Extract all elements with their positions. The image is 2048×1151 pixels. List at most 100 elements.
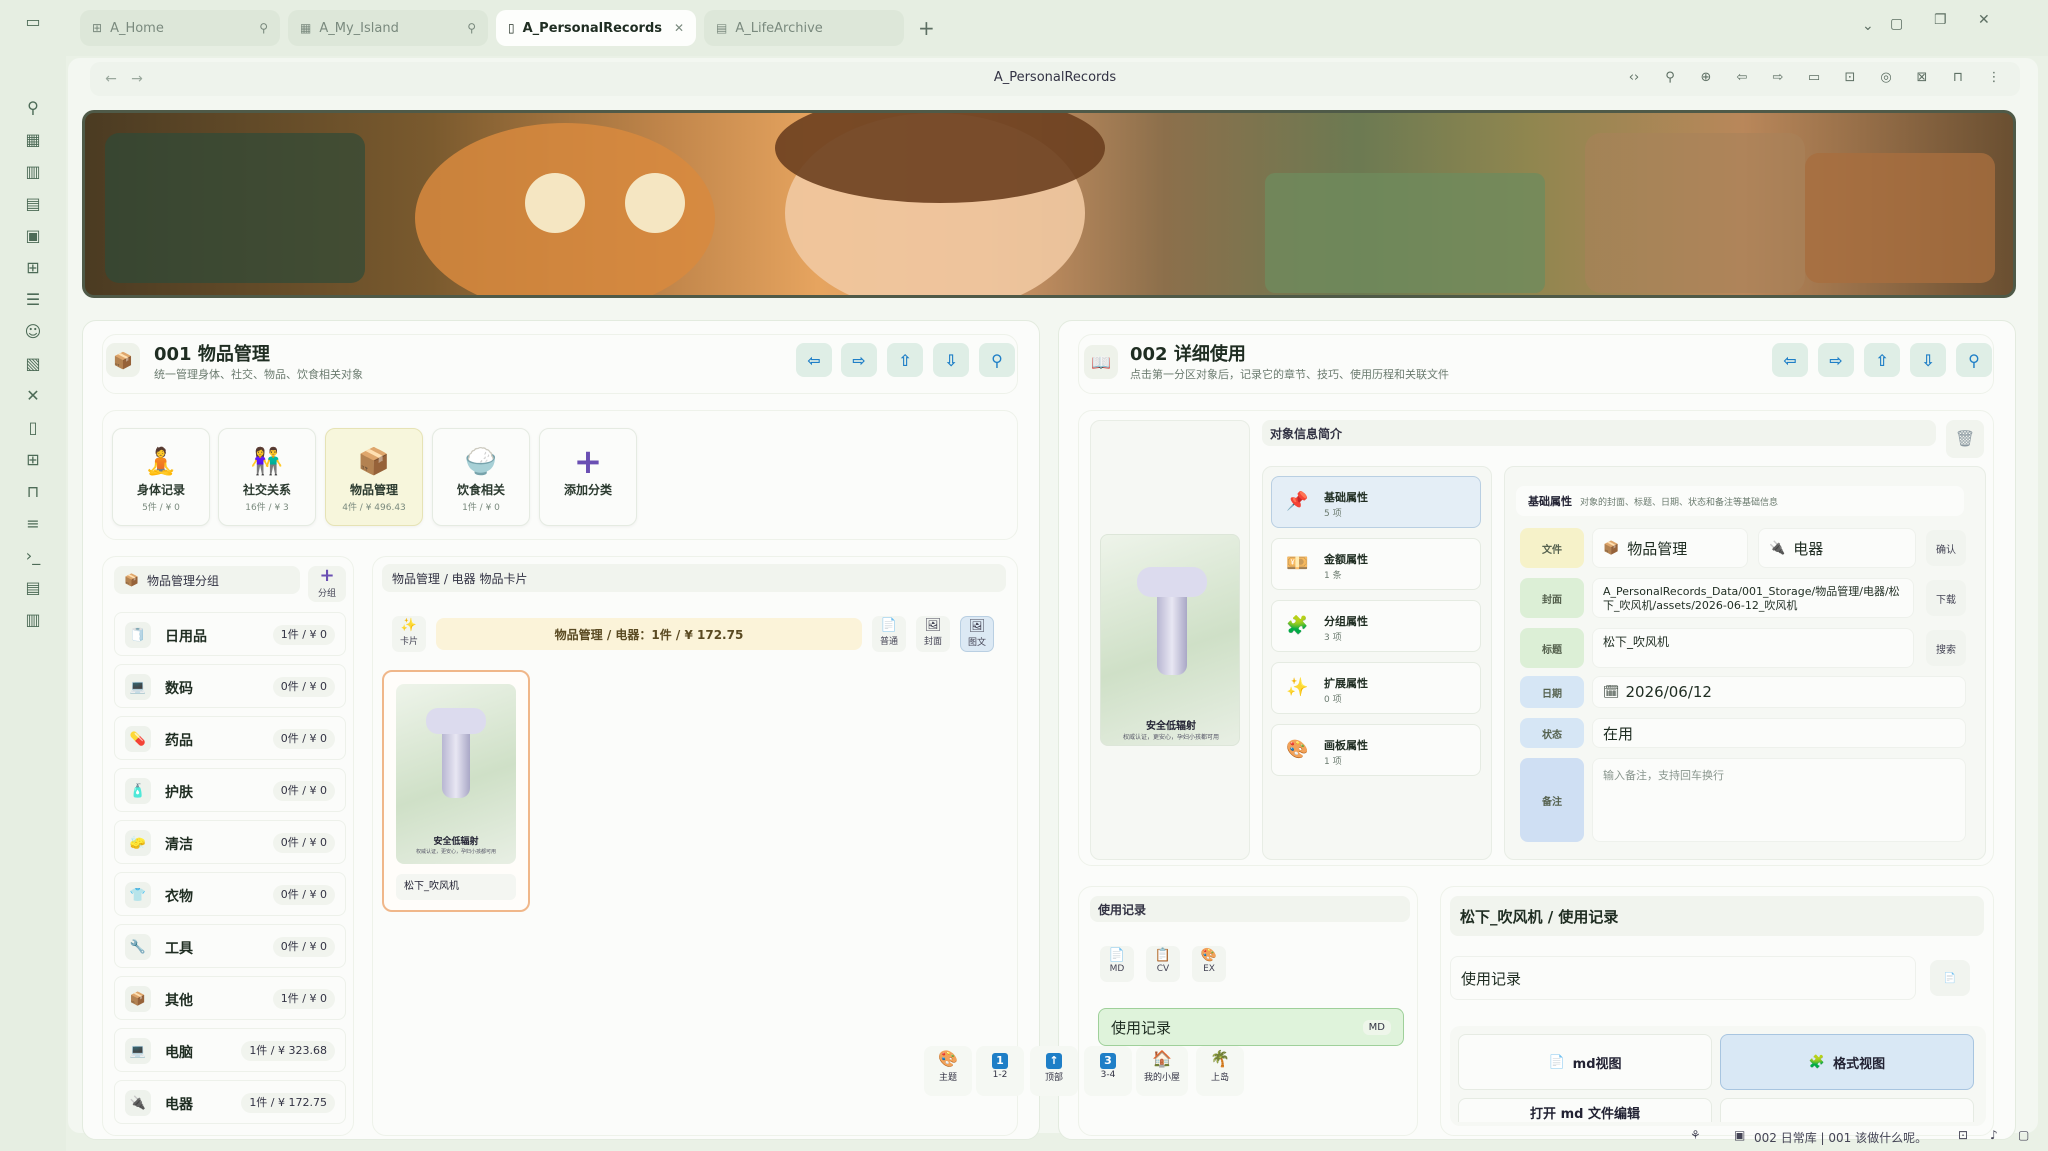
- move-down-button[interactable]: ⇩: [1910, 343, 1946, 377]
- book-icon[interactable]: ▥: [22, 160, 44, 182]
- group-other[interactable]: 📦 其他 1件 / ¥ 0: [114, 976, 346, 1020]
- image-icon[interactable]: ▧: [22, 352, 44, 374]
- group-appliance[interactable]: 🔌 电器 1件 / ¥ 172.75: [114, 1080, 346, 1124]
- menu-icon[interactable]: ≡: [22, 512, 44, 534]
- title-field[interactable]: 松下_吹风机: [1592, 628, 1914, 668]
- search-button[interactable]: ⚲: [1956, 343, 1992, 377]
- category-food[interactable]: 🍚 饮食相关 1件 / ¥ 0: [432, 428, 530, 526]
- secondary-action-button[interactable]: [1720, 1098, 1974, 1122]
- dock-my-house[interactable]: 🏠 我的小屋: [1136, 1046, 1188, 1096]
- confirm-button[interactable]: 确认: [1926, 530, 1966, 566]
- status-field[interactable]: 在用: [1592, 718, 1966, 748]
- move-up-button[interactable]: ⇧: [1864, 343, 1900, 377]
- chevron-down-icon[interactable]: ⌄: [1862, 18, 1874, 34]
- image-text-view-button[interactable]: 🖼 图文: [960, 616, 994, 652]
- group-digital[interactable]: 💻 数码 0件 / ¥ 0: [114, 664, 346, 708]
- trash-button[interactable]: 🗑: [1946, 420, 1984, 458]
- dock-go-island[interactable]: 🌴 上岛: [1196, 1046, 1244, 1096]
- dock-1-2[interactable]: 1 1-2: [976, 1046, 1024, 1096]
- code-icon[interactable]: ‹›: [1622, 66, 1646, 90]
- sidebar-toggle-icon[interactable]: ▭: [22, 10, 44, 32]
- date-field[interactable]: 🗓 2026/06/12: [1592, 676, 1966, 708]
- plugin-icon[interactable]: ⚘: [1690, 1128, 1701, 1142]
- terminal-icon[interactable]: ›_: [22, 544, 44, 566]
- cover-path-field[interactable]: A_PersonalRecords_Data/001_Storage/物品管理/…: [1592, 578, 1914, 618]
- note-field[interactable]: 输入备注，支持回车换行: [1592, 758, 1966, 842]
- category-items[interactable]: 📦 物品管理 4件 / ¥ 496.43: [325, 428, 423, 526]
- file-category-field[interactable]: 📦 物品管理: [1592, 528, 1748, 568]
- usage-record-item[interactable]: 使用记录 MD: [1098, 1008, 1404, 1046]
- dock-3-4[interactable]: 3 3-4: [1084, 1046, 1132, 1096]
- pin-icon[interactable]: ⚲: [259, 21, 268, 35]
- close-window-icon[interactable]: ✕: [1978, 12, 1990, 28]
- trash-icon[interactable]: ▯: [22, 416, 44, 438]
- bookmark-add-icon[interactable]: ⊕: [1694, 66, 1718, 90]
- close-icon[interactable]: ✕: [674, 21, 684, 35]
- group-clothing[interactable]: 👕 衣物 0件 / ¥ 0: [114, 872, 346, 916]
- move-left-button[interactable]: ⇦: [796, 343, 832, 377]
- search-icon[interactable]: ⚲: [1658, 66, 1682, 90]
- card-view-button[interactable]: ✨ 卡片: [392, 616, 426, 652]
- tools-icon[interactable]: ✕: [22, 384, 44, 406]
- tab-home[interactable]: ⊞ A_Home ⚲: [80, 10, 280, 46]
- group-skincare[interactable]: 🧴 护肤 0件 / ¥ 0: [114, 768, 346, 812]
- blocks-icon[interactable]: ⊞: [22, 256, 44, 278]
- move-down-button[interactable]: ⇩: [933, 343, 969, 377]
- download-button[interactable]: 下载: [1926, 580, 1966, 616]
- new-tab-icon[interactable]: +: [918, 16, 935, 40]
- bell-icon[interactable]: ♪: [1990, 1128, 1998, 1142]
- lock-icon[interactable]: ⊡: [1958, 1128, 1968, 1142]
- camera-icon[interactable]: ◎: [1874, 66, 1898, 90]
- md-button[interactable]: 📄 MD: [1100, 946, 1134, 982]
- category-social[interactable]: 👫 社交关系 16件 / ¥ 3: [218, 428, 316, 526]
- attr-extend[interactable]: ✨ 扩展属性 0 项: [1271, 662, 1481, 714]
- group-computer[interactable]: 💻 电脑 1件 / ¥ 323.68: [114, 1028, 346, 1072]
- move-up-button[interactable]: ⇧: [887, 343, 923, 377]
- lock-icon[interactable]: ⊡: [1838, 66, 1862, 90]
- layout-icon[interactable]: ▥: [22, 608, 44, 630]
- usage-record-field[interactable]: 使用记录: [1450, 956, 1916, 1000]
- back-arrow-icon[interactable]: ⇦: [1730, 66, 1754, 90]
- search-button[interactable]: 搜索: [1926, 630, 1966, 666]
- grid-icon[interactable]: ⊞: [22, 448, 44, 470]
- normal-view-button[interactable]: 📄 普通: [872, 616, 906, 652]
- open-md-button[interactable]: 打开 md 文件编辑: [1458, 1098, 1712, 1122]
- attr-group[interactable]: 🧩 分组属性 3 项: [1271, 600, 1481, 652]
- more-icon[interactable]: ⋮: [1982, 66, 2006, 90]
- group-medicine[interactable]: 💊 药品 0件 / ¥ 0: [114, 716, 346, 760]
- cover-view-button[interactable]: 🖼 封面: [916, 616, 950, 652]
- tab-my-island[interactable]: ▦ A_My_Island ⚲: [288, 10, 488, 46]
- category-body-records[interactable]: 🧘 身体记录 5件 / ¥ 0: [112, 428, 210, 526]
- chat-icon[interactable]: ▢: [2018, 1128, 2029, 1142]
- tab-personal-records[interactable]: ▯ A_PersonalRecords ✕: [496, 10, 696, 46]
- archive-icon[interactable]: ▤: [22, 192, 44, 214]
- ex-button[interactable]: 🎨 EX: [1192, 946, 1226, 982]
- md-view-button[interactable]: 📄 md视图: [1458, 1034, 1712, 1090]
- pin-icon[interactable]: ⚲: [467, 21, 476, 35]
- item-card[interactable]: 安全低辐射 权威认证，更安心，孕妇小孩都可用 松下_吹风机: [382, 670, 530, 912]
- compass-icon[interactable]: ⚲: [22, 96, 44, 118]
- file-icon[interactable]: 📄: [1930, 960, 1970, 996]
- cv-button[interactable]: 📋 CV: [1146, 946, 1180, 982]
- smile-icon[interactable]: ☺: [22, 320, 44, 342]
- restore-icon[interactable]: ❐: [1934, 12, 1947, 28]
- bookmark-icon[interactable]: ⊓: [22, 480, 44, 502]
- add-category-button[interactable]: + 添加分类: [539, 428, 637, 526]
- calendar-icon[interactable]: ▣: [22, 224, 44, 246]
- bookmark-icon[interactable]: ⊓: [1946, 66, 1970, 90]
- table-icon[interactable]: ▤: [22, 576, 44, 598]
- list-icon[interactable]: ☰: [22, 288, 44, 310]
- group-daily-goods[interactable]: 🧻 日用品 1件 / ¥ 0: [114, 612, 346, 656]
- map-icon[interactable]: ▦: [22, 128, 44, 150]
- window-icon[interactable]: ▢: [1890, 16, 1903, 32]
- format-view-button[interactable]: 🧩 格式视图: [1720, 1034, 1974, 1090]
- attr-basic[interactable]: 📌 基础属性 5 项: [1271, 476, 1481, 528]
- close-box-icon[interactable]: ⊠: [1910, 66, 1934, 90]
- attr-board[interactable]: 🎨 画板属性 1 项: [1271, 724, 1481, 776]
- file-group-field[interactable]: 🔌 电器: [1758, 528, 1916, 568]
- tab-life-archive[interactable]: ▤ A_LifeArchive: [704, 10, 904, 46]
- dock-theme[interactable]: 🎨 主题: [924, 1046, 972, 1096]
- move-right-button[interactable]: ⇨: [841, 343, 877, 377]
- group-tools[interactable]: 🔧 工具 0件 / ¥ 0: [114, 924, 346, 968]
- forward-arrow-icon[interactable]: ⇨: [1766, 66, 1790, 90]
